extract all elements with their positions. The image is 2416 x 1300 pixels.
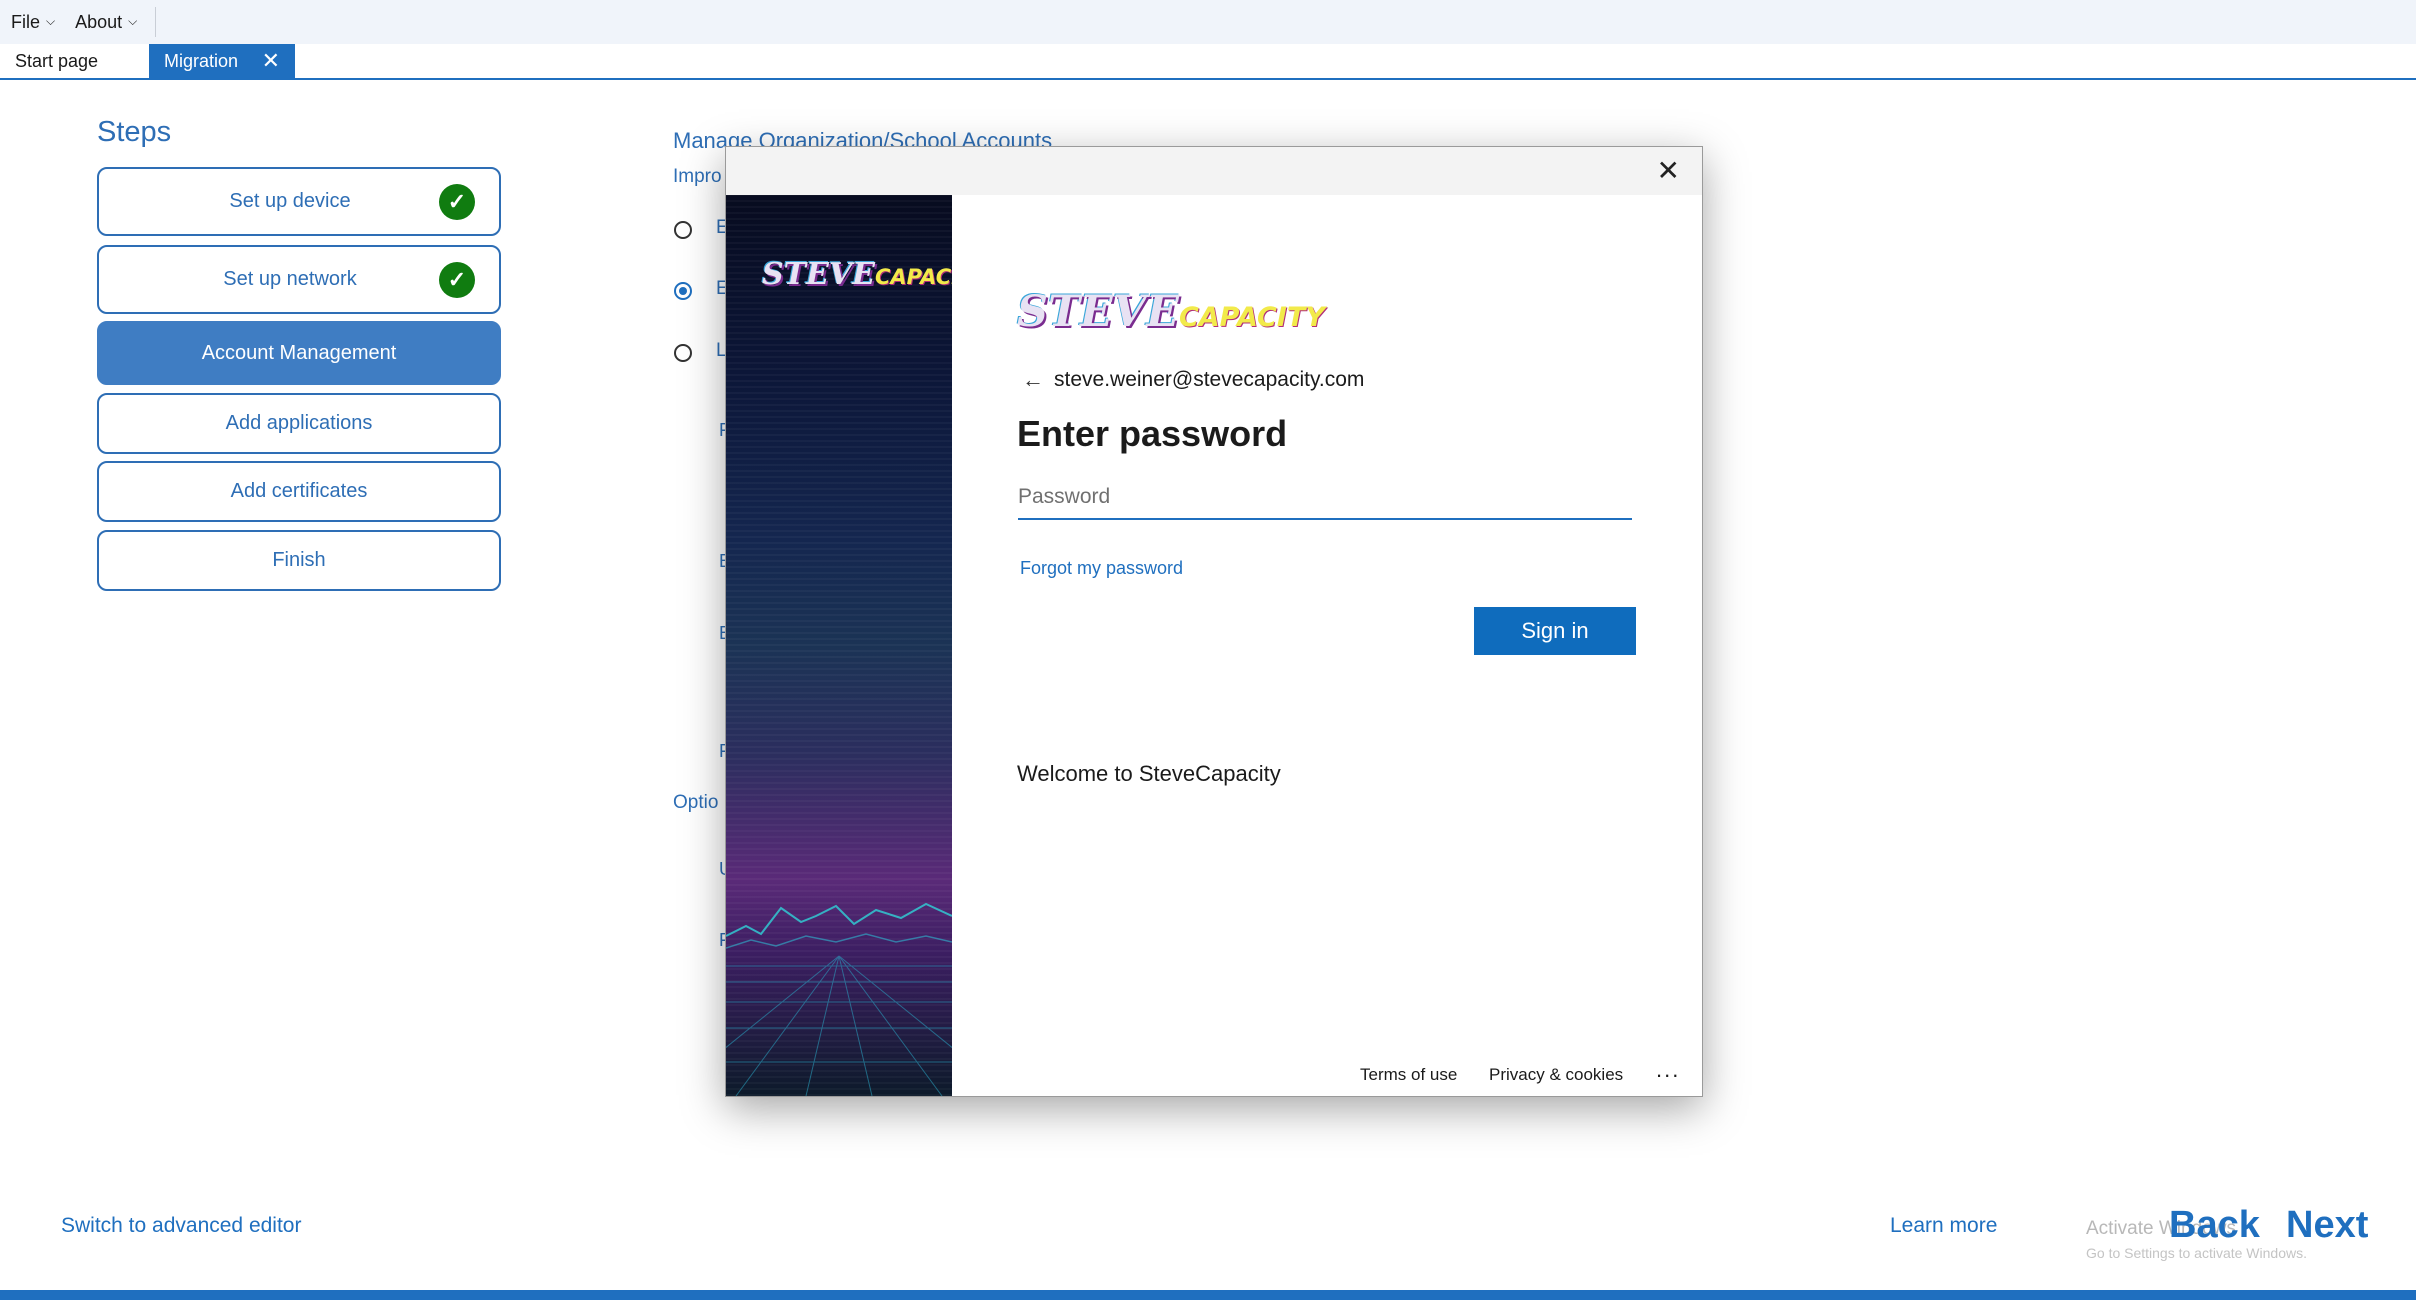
logo-text-capacity: CAPACITY xyxy=(1178,302,1325,333)
password-input[interactable] xyxy=(1018,476,1632,520)
step-label: Finish xyxy=(272,549,326,571)
step-label: Account Management xyxy=(201,341,397,364)
learn-more-link[interactable]: Learn more xyxy=(1890,1214,1997,1238)
next-button[interactable]: Next xyxy=(2286,1204,2368,1247)
step-label: Add applications xyxy=(225,412,373,434)
page-subtext: Impro xyxy=(673,166,722,187)
options-heading: Optio xyxy=(673,792,719,813)
close-icon[interactable]: ✕ xyxy=(262,50,280,72)
forgot-password-link[interactable]: Forgot my password xyxy=(1020,558,1183,579)
tab-migration-label: Migration xyxy=(164,50,239,71)
about-menu-label: About xyxy=(75,11,123,32)
file-menu[interactable]: File ⌵ xyxy=(0,0,65,44)
account-email: steve.weiner@stevecapacity.com xyxy=(1054,368,1365,391)
account-identity-row: ← steve.weiner@stevecapacity.com xyxy=(1022,367,1364,393)
sign-in-button[interactable]: Sign in xyxy=(1474,607,1636,655)
radio-option-3[interactable] xyxy=(674,344,692,362)
tab-migration[interactable]: Migration ✕ xyxy=(149,44,295,78)
radio-option-2[interactable] xyxy=(674,282,692,300)
radio-option-1[interactable] xyxy=(674,221,692,239)
step-label: Add certificates xyxy=(230,480,368,502)
brand-logo-large: STEVECAPACITY xyxy=(1017,287,1325,337)
step-account-management[interactable]: Account Management xyxy=(97,321,501,385)
bottom-accent-bar xyxy=(0,1290,2416,1300)
logo-text-steve: STEVE xyxy=(1017,287,1179,337)
branding-side-panel: STEVECAPACITY xyxy=(726,195,952,1096)
more-options-icon[interactable]: ... xyxy=(1656,1057,1680,1083)
back-arrow-icon[interactable]: ← xyxy=(1022,367,1044,393)
synthwave-grid-illustration xyxy=(726,902,952,1096)
back-button[interactable]: Back xyxy=(2169,1204,2260,1247)
brand-logo: STEVECAPACITY xyxy=(762,257,952,292)
tab-start-page-label: Start page xyxy=(15,50,99,71)
step-label: Set up device xyxy=(229,190,351,212)
close-icon[interactable]: ✕ xyxy=(1657,157,1680,185)
logo-text-steve: STEVE xyxy=(762,257,875,292)
step-set-up-network[interactable]: Set up network ✓ xyxy=(97,245,501,314)
step-label: Set up network xyxy=(223,268,357,290)
tab-bar: Start page Migration ✕ xyxy=(0,44,2416,80)
tab-start-page[interactable]: Start page xyxy=(0,44,113,78)
privacy-cookies-link[interactable]: Privacy & cookies xyxy=(1489,1065,1623,1085)
dialog-heading: Enter password xyxy=(1017,413,1288,454)
step-set-up-device[interactable]: Set up device ✓ xyxy=(97,167,501,236)
step-add-applications[interactable]: Add applications xyxy=(97,393,501,454)
menu-bar: File ⌵ About ⌵ xyxy=(0,0,2416,44)
step-finish[interactable]: Finish xyxy=(97,530,501,591)
steps-title: Steps xyxy=(97,116,172,148)
file-menu-label: File xyxy=(11,11,41,32)
step-add-certificates[interactable]: Add certificates xyxy=(97,461,501,522)
switch-advanced-editor-link[interactable]: Switch to advanced editor xyxy=(61,1214,301,1238)
welcome-text: Welcome to SteveCapacity xyxy=(1017,761,1281,786)
terms-of-use-link[interactable]: Terms of use xyxy=(1360,1065,1457,1085)
menu-divider xyxy=(155,7,157,37)
sign-in-dialog: ✕ STEVECAPACITY STEVECAP xyxy=(725,146,1703,1097)
chevron-down-icon: ⌵ xyxy=(46,13,56,28)
chevron-down-icon: ⌵ xyxy=(128,13,138,28)
checkmark-icon: ✓ xyxy=(439,261,475,298)
activate-windows-hint: Go to Settings to activate Windows. xyxy=(2086,1245,2307,1261)
logo-text-capacity: CAPACITY xyxy=(875,265,952,289)
about-menu[interactable]: About ⌵ xyxy=(65,0,147,44)
checkmark-icon: ✓ xyxy=(439,183,475,220)
dialog-titlebar: ✕ xyxy=(726,147,1702,195)
